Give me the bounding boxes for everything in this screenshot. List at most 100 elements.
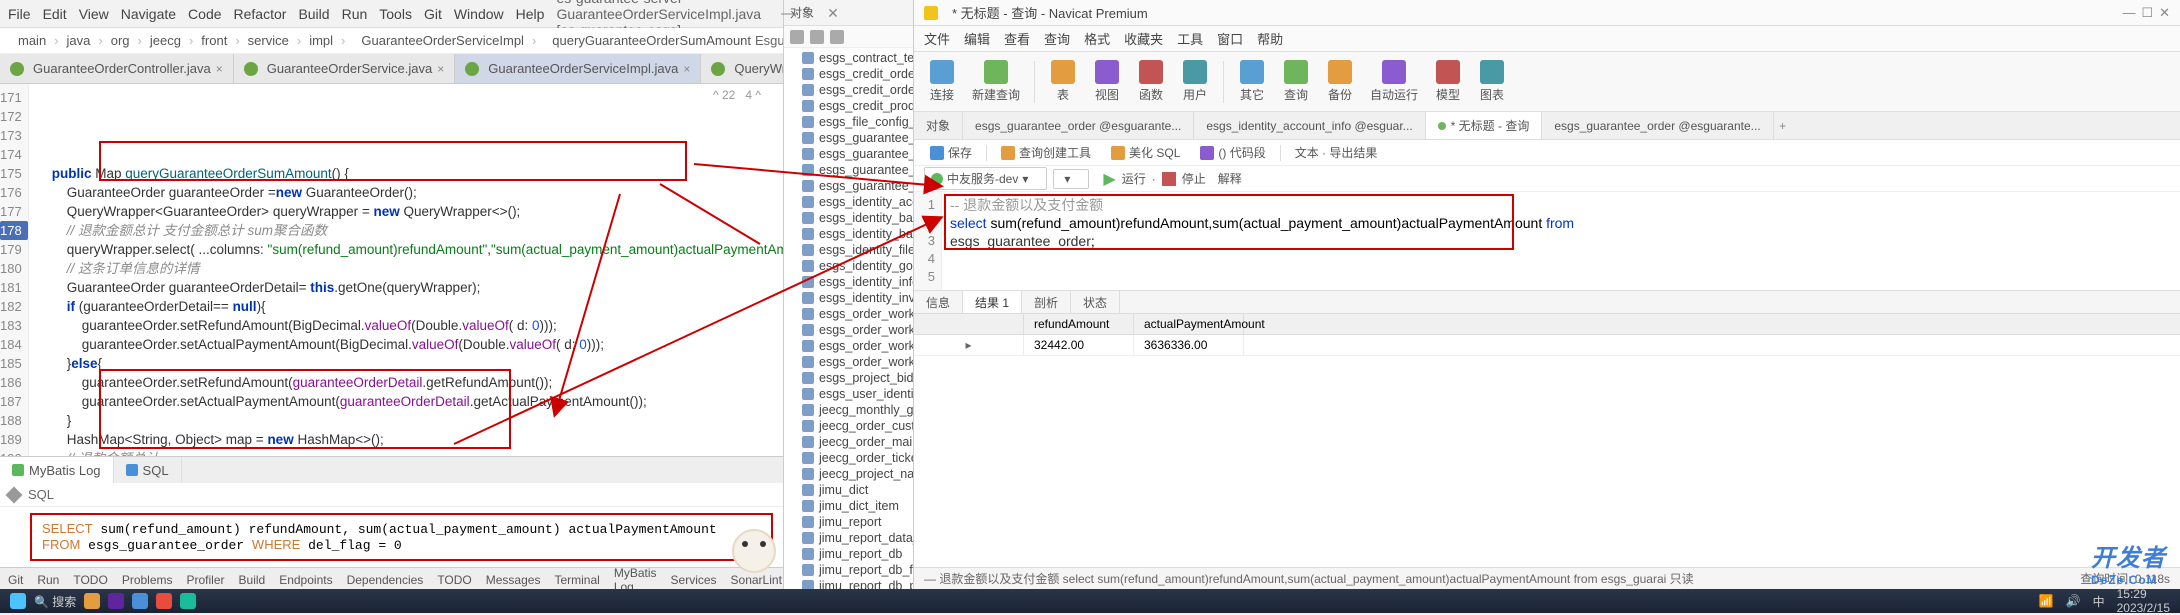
table-esgs_identity_account_info[interactable]: esgs_identity_account_info xyxy=(784,194,913,210)
tab-querywrapper[interactable]: QueryWrapper.class× xyxy=(701,54,783,83)
tab-controller[interactable]: GuaranteeOrderController.java× xyxy=(0,54,234,83)
table-esgs_credit_order[interactable]: esgs_credit_order xyxy=(784,66,913,82)
menu-code[interactable]: Code xyxy=(188,6,221,22)
footer-problems[interactable]: Problems xyxy=(122,573,173,587)
nav-menu-格式[interactable]: 格式 xyxy=(1084,29,1110,48)
menu-refactor[interactable]: Refactor xyxy=(234,6,287,22)
table-esgs_guarantee_pro_share[interactable]: esgs_guarantee_pro_share xyxy=(784,162,913,178)
nav-menu-查询[interactable]: 查询 xyxy=(1044,29,1070,48)
tb-连接[interactable]: 连接 xyxy=(922,58,962,105)
run-config[interactable]: EsguaranteeSystemApplication xyxy=(755,33,783,48)
nav-menu-帮助[interactable]: 帮助 xyxy=(1257,29,1283,48)
table-esgs_identity_info[interactable]: esgs_identity_info xyxy=(784,274,913,290)
tb-新建查询[interactable]: 新建查询 xyxy=(966,58,1026,105)
table-esgs_contract_template[interactable]: esgs_contract_template xyxy=(784,50,913,66)
tab-service[interactable]: GuaranteeOrderService.java× xyxy=(234,54,456,83)
task-folder-icon[interactable] xyxy=(84,593,100,609)
menu-run[interactable]: Run xyxy=(342,6,368,22)
crumb-impl[interactable]: impl xyxy=(309,33,333,48)
menu-tools[interactable]: Tools xyxy=(379,6,412,22)
tb-视图[interactable]: 视图 xyxy=(1087,58,1127,105)
rtab-info[interactable]: 信息 xyxy=(914,291,963,313)
task-wechat-icon[interactable] xyxy=(180,593,196,609)
table-jeecg_project_nature_income[interactable]: jeecg_project_nature_income xyxy=(784,466,913,482)
win-close-icon[interactable]: ✕ xyxy=(2159,5,2170,21)
minimize-icon[interactable]: — xyxy=(781,5,797,23)
task-idea-icon[interactable] xyxy=(108,593,124,609)
tray-sound-icon[interactable]: 🔊 xyxy=(2066,594,2081,608)
win-min-icon[interactable]: — xyxy=(2122,5,2135,21)
table-esgs_credit_product[interactable]: esgs_credit_product xyxy=(784,98,913,114)
code-content[interactable]: public Map queryGuaranteeOrderSumAmount(… xyxy=(29,84,783,456)
crumb-class[interactable]: GuaranteeOrderServiceImpl xyxy=(361,33,524,48)
add-tab[interactable]: + xyxy=(1774,112,1792,139)
menu-view[interactable]: View xyxy=(79,6,109,22)
crumb-service[interactable]: service xyxy=(248,33,289,48)
table-esgs_project_bidd[interactable]: esgs_project_bidd xyxy=(784,370,913,386)
nav-menu-查看[interactable]: 查看 xyxy=(1004,29,1030,48)
menu-build[interactable]: Build xyxy=(298,6,329,22)
database-select[interactable]: ▾ xyxy=(1053,169,1089,189)
tb-模型[interactable]: 模型 xyxy=(1428,58,1468,105)
table-esgs_identity_bank_gua_rel[interactable]: esgs_identity_bank_gua_rel xyxy=(784,210,913,226)
table-esgs_order_work_approve[interactable]: esgs_order_work_approve xyxy=(784,322,913,338)
crumb-jeecg[interactable]: jeecg xyxy=(150,33,181,48)
tb-其它[interactable]: 其它 xyxy=(1232,58,1272,105)
table-jimu_dict[interactable]: jimu_dict xyxy=(784,482,913,498)
tb-用户[interactable]: 用户 xyxy=(1175,58,1215,105)
rtab-profile[interactable]: 剖析 xyxy=(1022,291,1071,313)
crumb-org[interactable]: org xyxy=(111,33,130,48)
tray-network-icon[interactable]: 📶 xyxy=(2039,594,2054,608)
table-jimu_report_data_source[interactable]: jimu_report_data_source xyxy=(784,530,913,546)
crumb-main[interactable]: main xyxy=(18,33,46,48)
table-jeecg_order_ticket[interactable]: jeecg_order_ticket xyxy=(784,450,913,466)
nav-menu-窗口[interactable]: 窗口 xyxy=(1217,29,1243,48)
table-esgs_order_work_node[interactable]: esgs_order_work_node xyxy=(784,354,913,370)
rtab-result1[interactable]: 结果 1 xyxy=(963,291,1022,313)
nav-menu-文件[interactable]: 文件 xyxy=(924,29,950,48)
task-app-icon[interactable] xyxy=(156,593,172,609)
table-row[interactable]: ▸ 32442.00 3636336.00 xyxy=(914,335,2180,356)
table-esgs_identity_bank_guarantee[interactable]: esgs_identity_bank_guarantee xyxy=(784,226,913,242)
connection-select[interactable]: 中友服务-dev ▾ xyxy=(924,167,1047,190)
crumb-java[interactable]: java xyxy=(67,33,91,48)
footer-services[interactable]: Services xyxy=(671,573,717,587)
save-button[interactable]: 保存 xyxy=(924,142,978,163)
menu-navigate[interactable]: Navigate xyxy=(121,6,176,22)
table-jimu_dict_item[interactable]: jimu_dict_item xyxy=(784,498,913,514)
sql-content[interactable]: -- 退款金额以及支付金额select sum(refund_amount)re… xyxy=(942,192,2180,290)
open-icon[interactable] xyxy=(790,30,804,44)
tab-serviceimpl[interactable]: GuaranteeOrderServiceImpl.java× xyxy=(455,54,701,83)
tb-查询[interactable]: 查询 xyxy=(1276,58,1316,105)
table-jimu_report_db[interactable]: jimu_report_db xyxy=(784,546,913,562)
col-actualpay[interactable]: actualPaymentAmount xyxy=(1134,314,1244,334)
tb-函数[interactable]: 函数 xyxy=(1131,58,1171,105)
footer-endpoints[interactable]: Endpoints xyxy=(279,573,332,587)
table-jeecg_monthly_growth_analysis[interactable]: jeecg_monthly_growth_analysis xyxy=(784,402,913,418)
table-esgs_guarantee_product[interactable]: esgs_guarantee_product xyxy=(784,178,913,194)
btab-sql[interactable]: SQL xyxy=(114,457,182,483)
footer-todo[interactable]: TODO xyxy=(73,573,107,587)
crumb-front[interactable]: front xyxy=(201,33,227,48)
design-icon[interactable] xyxy=(810,30,824,44)
footer-mybatislog[interactable]: MyBatis Log xyxy=(614,567,657,591)
table-esgs_guarantee_order_file[interactable]: esgs_guarantee_order_file xyxy=(784,146,913,162)
table-esgs_user_identity_rel[interactable]: esgs_user_identity_rel xyxy=(784,386,913,402)
run-button[interactable]: 运行 xyxy=(1122,170,1146,187)
nav-tab[interactable]: * 无标题 - 查询 xyxy=(1426,112,1543,139)
nav-menu-收藏夹[interactable]: 收藏夹 xyxy=(1124,29,1163,48)
menu-file[interactable]: File xyxy=(8,6,31,22)
nav-tab[interactable]: esgs_guarantee_order @esguarante... xyxy=(1542,112,1773,139)
search-button[interactable]: 🔍 搜索 xyxy=(34,593,76,610)
nav-tab[interactable]: 对象 xyxy=(914,112,963,139)
table-jimu_report[interactable]: jimu_report xyxy=(784,514,913,530)
tb-图表[interactable]: 图表 xyxy=(1472,58,1512,105)
rtab-status[interactable]: 状态 xyxy=(1071,291,1120,313)
table-jeecg_order_main[interactable]: jeecg_order_main xyxy=(784,434,913,450)
new-icon[interactable] xyxy=(830,30,844,44)
btab-mybatislog[interactable]: MyBatis Log xyxy=(0,457,114,483)
text-export-button[interactable]: 文本 · 导出结果 xyxy=(1289,142,1384,163)
menu-help[interactable]: Help xyxy=(516,6,545,22)
menu-git[interactable]: Git xyxy=(424,6,442,22)
table-esgs_identity_file_info[interactable]: esgs_identity_file_info xyxy=(784,242,913,258)
